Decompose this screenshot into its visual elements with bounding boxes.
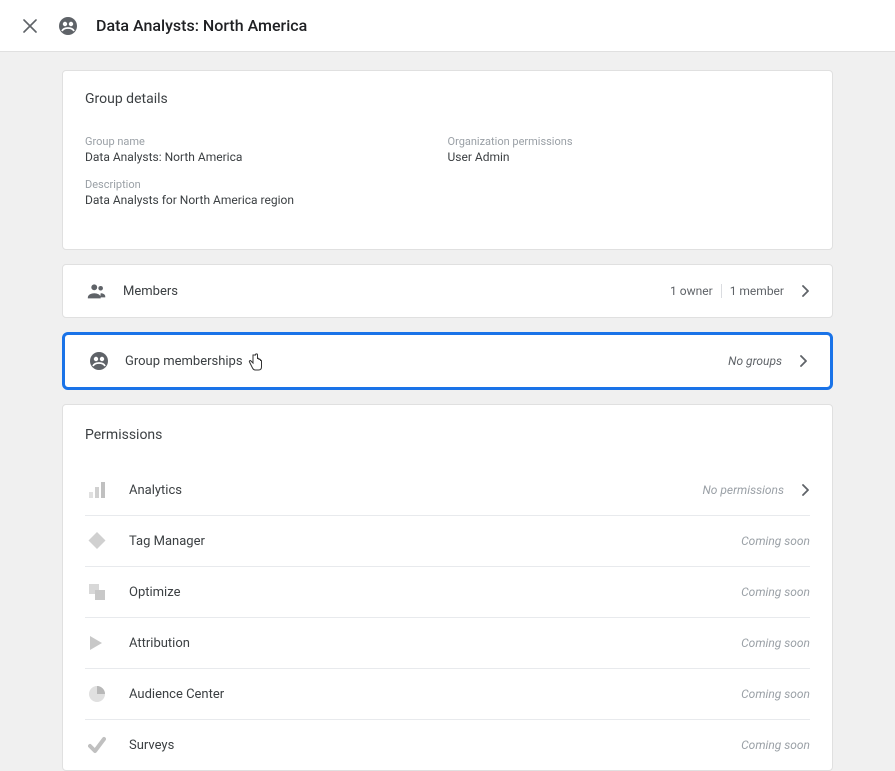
group-memberships-row[interactable]: Group memberships No groups	[62, 332, 833, 390]
attribution-icon	[85, 631, 109, 655]
page-title: Data Analysts: North America	[96, 16, 307, 35]
members-count: 1 owner 1 member	[670, 284, 784, 298]
permission-status: Coming soon	[741, 534, 810, 548]
members-count-value: 1 member	[730, 284, 784, 298]
group-memberships-status: No groups	[728, 354, 782, 368]
group-memberships-label: Group memberships	[125, 354, 243, 369]
description-label: Description	[85, 178, 448, 191]
permission-row-audience-center: Audience Center Coming soon	[85, 669, 810, 720]
members-icon	[85, 279, 109, 303]
group-logo-icon	[58, 16, 78, 36]
permission-row-analytics[interactable]: Analytics No permissions	[85, 465, 810, 516]
group-details-title: Group details	[85, 91, 810, 107]
chevron-right-icon	[802, 484, 810, 496]
group-details-card: Group details Group name Data Analysts: …	[62, 70, 833, 250]
close-icon[interactable]	[20, 16, 40, 36]
group-name-value: Data Analysts: North America	[85, 150, 448, 164]
optimize-icon	[85, 580, 109, 604]
org-permissions-label: Organization permissions	[448, 135, 811, 148]
permission-label: Optimize	[129, 585, 180, 600]
permission-label: Audience Center	[129, 687, 224, 702]
members-row[interactable]: Members 1 owner 1 member	[62, 264, 833, 318]
header-bar: Data Analysts: North America	[0, 0, 895, 52]
permissions-card: Permissions Analytics No permissions Tag…	[62, 404, 833, 771]
permission-row-optimize: Optimize Coming soon	[85, 567, 810, 618]
permission-status: Coming soon	[741, 585, 810, 599]
permission-label: Attribution	[129, 636, 190, 651]
permission-label: Analytics	[129, 483, 182, 498]
org-permissions-value: User Admin	[448, 150, 811, 164]
permission-row-tag-manager: Tag Manager Coming soon	[85, 516, 810, 567]
analytics-icon	[85, 478, 109, 502]
permission-row-surveys: Surveys Coming soon	[85, 720, 810, 770]
permission-status: Coming soon	[741, 738, 810, 752]
group-memberships-icon	[87, 349, 111, 373]
permission-status: Coming soon	[741, 636, 810, 650]
permission-row-attribution: Attribution Coming soon	[85, 618, 810, 669]
group-name-label: Group name	[85, 135, 448, 148]
permission-label: Surveys	[129, 738, 174, 753]
tag-manager-icon	[85, 529, 109, 553]
chevron-right-icon	[800, 355, 808, 367]
description-value: Data Analysts for North America region	[85, 193, 448, 207]
permission-status: No permissions	[703, 483, 785, 497]
permission-status: Coming soon	[741, 687, 810, 701]
cursor-hand-icon	[247, 353, 263, 369]
divider	[721, 284, 722, 298]
members-label: Members	[123, 284, 178, 299]
chevron-right-icon	[802, 285, 810, 297]
permissions-title: Permissions	[85, 427, 810, 443]
audience-center-icon	[85, 682, 109, 706]
permission-label: Tag Manager	[129, 534, 205, 549]
owners-count: 1 owner	[670, 284, 713, 298]
surveys-icon	[85, 733, 109, 757]
